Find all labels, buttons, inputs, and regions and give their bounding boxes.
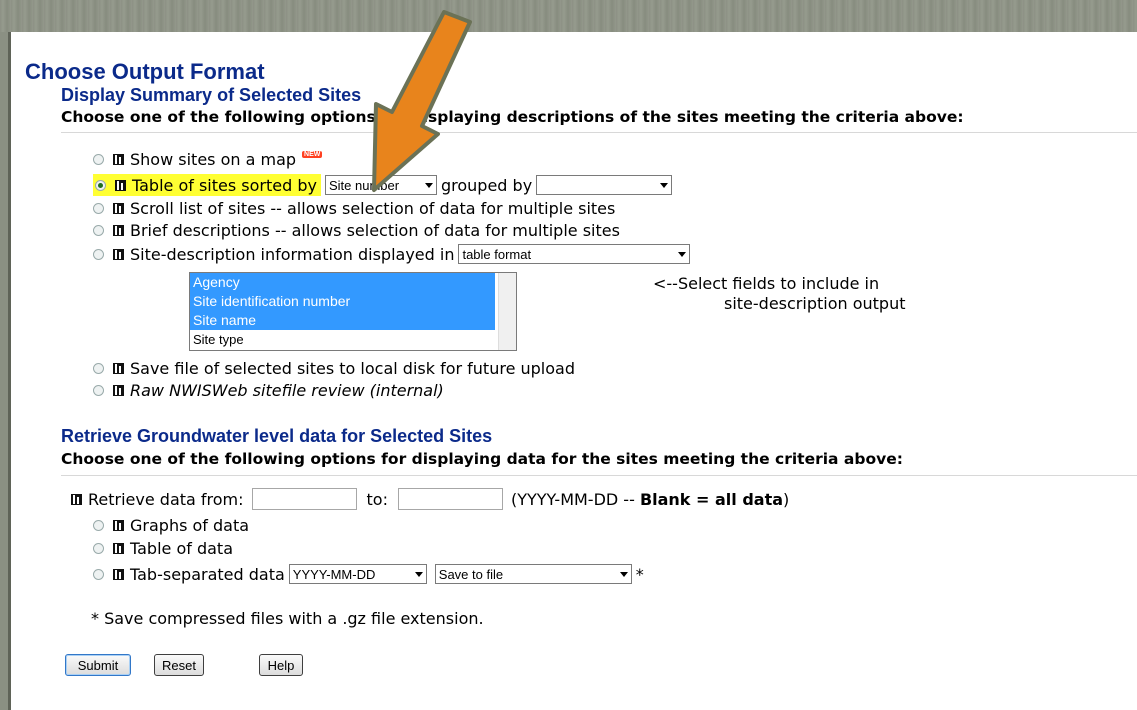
option-table-of-data[interactable]: Table of data bbox=[93, 537, 233, 559]
option-map[interactable]: Show sites on a map NEW bbox=[93, 148, 323, 170]
orange-arrow-icon bbox=[372, 10, 472, 192]
retrieve-heading: Retrieve Groundwater level data for Sele… bbox=[61, 426, 493, 446]
book-icon bbox=[113, 202, 124, 214]
listbox-scrollbar[interactable] bbox=[498, 273, 516, 350]
fields-listbox[interactable]: Agency Site identification number Site n… bbox=[189, 272, 517, 351]
option-label: Tab-separated data bbox=[130, 564, 285, 584]
book-icon bbox=[113, 362, 124, 374]
book-icon bbox=[113, 568, 124, 580]
date-format-select[interactable]: YYYY-MM-DD bbox=[288, 564, 427, 584]
radio-button[interactable] bbox=[93, 248, 104, 260]
format-select[interactable]: table format bbox=[458, 244, 691, 264]
radio-button[interactable] bbox=[93, 153, 104, 165]
radio-button[interactable] bbox=[93, 362, 104, 374]
summary-heading: Display Summary of Selected Sites bbox=[61, 85, 362, 105]
book-icon bbox=[113, 542, 124, 554]
book-icon bbox=[113, 153, 124, 165]
date-format-prefix: (YYYY-MM-DD -- bbox=[510, 489, 640, 509]
list-item[interactable]: Site type bbox=[190, 330, 495, 349]
to-date-input[interactable] bbox=[397, 488, 503, 510]
option-label: Brief descriptions -- allows selection o… bbox=[130, 220, 620, 240]
radio-button[interactable] bbox=[93, 384, 104, 396]
list-item[interactable]: Site identification number bbox=[190, 292, 495, 311]
new-badge: NEW bbox=[302, 150, 323, 158]
retrieve-to-label: to: bbox=[366, 489, 388, 509]
blank-all-data-note: Blank = all data bbox=[639, 489, 784, 509]
book-icon bbox=[113, 384, 124, 396]
book-icon bbox=[113, 519, 124, 531]
retrieve-instruction: Choose one of the following options for … bbox=[61, 450, 903, 468]
help-button[interactable]: Help bbox=[259, 654, 303, 676]
radio-button[interactable] bbox=[93, 568, 104, 580]
radio-button[interactable] bbox=[93, 224, 104, 236]
date-format-suffix: ) bbox=[783, 489, 790, 509]
option-label: Show sites on a map bbox=[130, 149, 297, 169]
left-background-band bbox=[0, 32, 8, 710]
option-tab-separated[interactable]: Tab-separated data YYYY-MM-DD Save to fi… bbox=[93, 563, 644, 585]
chevron-down-icon bbox=[660, 182, 669, 188]
option-save-file[interactable]: Save file of selected sites to local dis… bbox=[93, 357, 575, 379]
option-label: Table of sites sorted by bbox=[132, 175, 317, 195]
asterisk: * bbox=[635, 564, 644, 584]
save-option-value: Save to file bbox=[438, 566, 504, 582]
footnote: * Save compressed files with a .gz file … bbox=[91, 609, 484, 628]
selected-highlight: Table of sites sorted by bbox=[93, 174, 321, 196]
submit-button[interactable]: Submit bbox=[65, 654, 131, 676]
radio-button-selected[interactable] bbox=[95, 179, 106, 191]
fields-note-line1: <--Select fields to include in bbox=[653, 274, 880, 293]
option-scroll-list[interactable]: Scroll list of sites -- allows selection… bbox=[93, 197, 615, 219]
radio-button[interactable] bbox=[93, 542, 104, 554]
book-icon bbox=[71, 493, 82, 505]
save-option-select[interactable]: Save to file bbox=[434, 564, 632, 584]
group-select[interactable] bbox=[536, 175, 673, 195]
chevron-down-icon bbox=[414, 571, 423, 577]
book-icon bbox=[113, 224, 124, 236]
option-site-description[interactable]: Site-description information displayed i… bbox=[93, 243, 694, 265]
list-item[interactable]: Agency bbox=[190, 273, 495, 292]
option-brief-descriptions[interactable]: Brief descriptions -- allows selection o… bbox=[93, 219, 620, 241]
top-background-band bbox=[0, 0, 1137, 32]
format-select-value: table format bbox=[462, 246, 532, 262]
book-icon bbox=[113, 248, 124, 260]
page-title: Choose Output Format bbox=[25, 59, 265, 84]
summary-instruction: Choose one of the following options for … bbox=[61, 108, 964, 126]
fields-note-line2: site-description output bbox=[724, 294, 906, 313]
chevron-down-icon bbox=[619, 571, 628, 577]
option-label: Table of data bbox=[130, 538, 234, 558]
reset-button[interactable]: Reset bbox=[154, 654, 204, 676]
option-label: Raw NWISWeb sitefile review (internal) bbox=[130, 380, 444, 400]
book-icon bbox=[115, 179, 126, 191]
divider bbox=[61, 475, 1137, 476]
retrieve-from-label: Retrieve data from: bbox=[88, 489, 244, 509]
form-page: Choose Output Format Display Summary of … bbox=[8, 32, 1137, 710]
option-label: Save file of selected sites to local dis… bbox=[130, 358, 575, 378]
radio-button[interactable] bbox=[93, 202, 104, 214]
option-label: Graphs of data bbox=[130, 515, 250, 535]
radio-button[interactable] bbox=[93, 519, 104, 531]
list-item[interactable]: Site name bbox=[190, 311, 495, 330]
from-date-input[interactable] bbox=[251, 488, 357, 510]
option-raw-review[interactable]: Raw NWISWeb sitefile review (internal) bbox=[93, 379, 444, 401]
retrieve-date-range: Retrieve data from: to: (YYYY-MM-DD -- B… bbox=[71, 488, 789, 510]
option-label: Site-description information displayed i… bbox=[130, 244, 455, 264]
chevron-down-icon bbox=[678, 251, 687, 257]
divider bbox=[61, 132, 1137, 133]
date-format-value: YYYY-MM-DD bbox=[292, 566, 376, 582]
option-graphs[interactable]: Graphs of data bbox=[93, 514, 249, 536]
option-label: Scroll list of sites -- allows selection… bbox=[130, 198, 616, 218]
date-format-hint: (YYYY-MM-DD -- Blank = all data) bbox=[511, 490, 789, 509]
